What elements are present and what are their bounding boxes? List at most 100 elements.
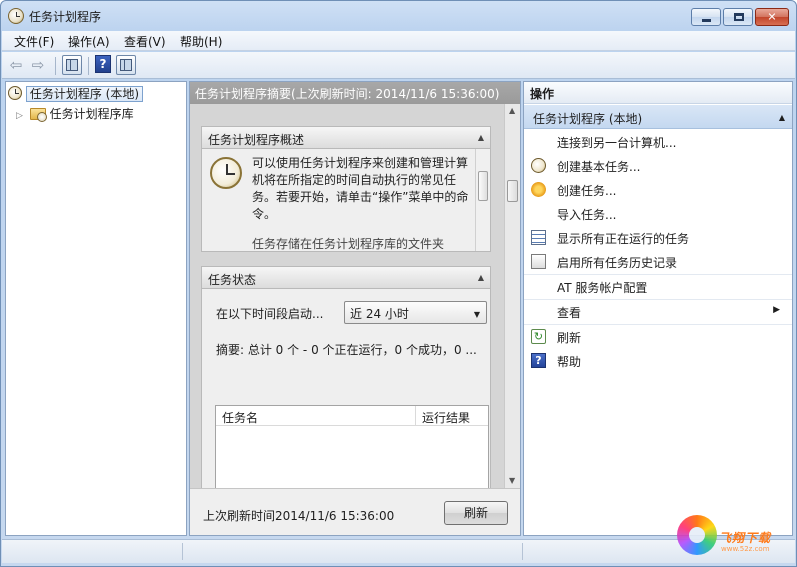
show-hide-action-pane-button[interactable] (116, 55, 136, 75)
task-status-body: 在以下时间段启动... 近 24 小时 ▼ 摘要: 总计 0 个 - 0 个正在… (202, 289, 490, 488)
tree-item-label: 任务计划程序库 (49, 107, 134, 121)
action-label: 创建基本任务... (557, 160, 641, 174)
action-connect-computer[interactable]: 连接到另一台计算机... (524, 130, 792, 154)
overview-title: 任务计划程序概述 (208, 133, 305, 147)
folder-clock-icon (29, 108, 47, 122)
overview-text-more: 任务存储在任务计划程序库的文件夹 (252, 237, 445, 251)
action-label: 导入任务... (557, 208, 617, 222)
time-range-select[interactable]: 近 24 小时 ▼ (344, 301, 487, 324)
list-icon (531, 230, 546, 245)
actions-pane: 操作 任务计划程序 (本地) ▲ 连接到另一台计算机... 创建基本任务... … (523, 81, 793, 536)
title-bar: 任务计划程序 ✕ (1, 1, 796, 31)
app-window: 任务计划程序 ✕ 文件(F) 操作(A) 查看(V) 帮助(H) ⇦ ⇨ ? 任… (0, 0, 797, 567)
close-icon: ✕ (767, 10, 777, 24)
action-label: 显示所有正在运行的任务 (557, 232, 690, 246)
last-refresh-time: 上次刷新时间2014/11/6 15:36:00 (203, 509, 395, 523)
console-tree: 任务计划程序 (本地) ▷ 任务计划程序库 (5, 81, 187, 536)
star-icon (531, 182, 546, 197)
clock-icon (210, 157, 242, 189)
toolbar: ⇦ ⇨ ? (2, 52, 795, 79)
toolbar-separator (88, 57, 89, 75)
action-label: 创建任务... (557, 184, 617, 198)
menu-help[interactable]: 帮助(H) (180, 33, 222, 50)
scrollbar-thumb[interactable] (478, 171, 488, 201)
tree-item-label: 任务计划程序 (本地) (25, 86, 144, 102)
console-tree-icon (66, 59, 78, 71)
refresh-button[interactable]: 刷新 (444, 501, 508, 525)
summary-scroll-area: 任务计划程序概述 ▲ 可以使用任务计划程序来创建和管理计算机将在所指定的时间自动… (190, 104, 520, 488)
maximize-icon (734, 13, 744, 21)
toolbar-separator (55, 57, 56, 75)
task-table: 任务名 运行结果 (215, 405, 489, 488)
collapse-arrow-icon[interactable]: ▲ (779, 113, 785, 122)
summary-scrollbar[interactable]: ▲ ▼ (504, 104, 520, 488)
watermark-subtext: www.52z.com (721, 545, 770, 553)
clock-icon (8, 8, 24, 24)
action-import-task[interactable]: 导入任务... (524, 202, 792, 226)
window-title: 任务计划程序 (29, 10, 102, 24)
action-label: 连接到另一台计算机... (557, 136, 677, 150)
tree-item-library[interactable]: ▷ 任务计划程序库 (16, 105, 134, 123)
task-status-section: 任务状态 ▲ 在以下时间段启动... 近 24 小时 ▼ 摘要: 总计 0 个 … (201, 266, 491, 488)
action-label: AT 服务帐户配置 (557, 281, 648, 295)
help-icon: ? (531, 353, 546, 368)
status-segment (522, 543, 523, 560)
overview-header[interactable]: 任务计划程序概述 ▲ (202, 127, 490, 149)
action-at-service-config[interactable]: AT 服务帐户配置 (524, 274, 792, 298)
action-label: 刷新 (557, 331, 582, 345)
task-status-header[interactable]: 任务状态 ▲ (202, 267, 490, 289)
submenu-arrow-icon: ▶ (773, 305, 780, 315)
action-create-task[interactable]: 创建任务... (524, 178, 792, 202)
expand-arrow-icon[interactable]: ▷ (16, 111, 26, 121)
minimize-icon (702, 19, 711, 22)
forward-arrow-icon[interactable]: ⇨ (30, 57, 46, 73)
menu-action[interactable]: 操作(A) (68, 33, 110, 50)
action-label: 帮助 (557, 355, 582, 369)
menu-file[interactable]: 文件(F) (14, 33, 54, 50)
help-icon[interactable]: ? (95, 55, 111, 73)
column-header-run-result[interactable]: 运行结果 (416, 406, 488, 426)
scroll-down-icon[interactable]: ▼ (509, 476, 515, 485)
collapse-arrow-icon[interactable]: ▲ (478, 273, 484, 282)
close-button[interactable]: ✕ (755, 8, 789, 26)
summary-pane: 任务计划程序摘要(上次刷新时间: 2014/11/6 15:36:00) 任务计… (189, 81, 521, 536)
actions-title: 操作 (524, 82, 792, 104)
action-label: 启用所有任务历史记录 (557, 256, 678, 270)
time-range-label: 在以下时间段启动... (216, 307, 324, 321)
action-pane-icon (120, 59, 132, 71)
action-view[interactable]: 查看 ▶ (524, 299, 792, 323)
dropdown-arrow-icon: ▼ (473, 310, 480, 319)
action-refresh[interactable]: ↻ 刷新 (524, 324, 792, 348)
swirl-logo-icon (677, 515, 717, 555)
clock-icon (8, 86, 22, 100)
action-create-basic-task[interactable]: 创建基本任务... (524, 154, 792, 178)
watermark-text: 飞翔下载 (719, 531, 772, 545)
document-icon (531, 254, 546, 269)
clock-icon (531, 158, 546, 173)
minimize-button[interactable] (691, 8, 721, 26)
show-hide-console-tree-button[interactable] (62, 55, 82, 75)
overview-scrollbar[interactable] (475, 149, 490, 251)
tree-item-root[interactable]: 任务计划程序 (本地) (8, 85, 144, 103)
action-help[interactable]: ? 帮助 (524, 349, 792, 373)
maximize-button[interactable] (723, 8, 753, 26)
refresh-icon: ↻ (531, 329, 546, 344)
overview-section: 任务计划程序概述 ▲ 可以使用任务计划程序来创建和管理计算机将在所指定的时间自动… (201, 126, 491, 252)
summary-footer: 上次刷新时间2014/11/6 15:36:00 刷新 (190, 488, 520, 535)
column-header-task-name[interactable]: 任务名 (216, 406, 416, 426)
actions-group-title: 任务计划程序 (本地) (533, 112, 643, 126)
collapse-arrow-icon[interactable]: ▲ (478, 133, 484, 142)
action-label: 查看 (557, 306, 582, 320)
actions-group-header[interactable]: 任务计划程序 (本地) ▲ (524, 105, 792, 129)
overview-body: 可以使用任务计划程序来创建和管理计算机将在所指定的时间自动执行的常见任务。若要开… (202, 149, 490, 251)
scroll-up-icon[interactable]: ▲ (509, 106, 515, 115)
overview-text: 可以使用任务计划程序来创建和管理计算机将在所指定的时间自动执行的常见任务。若要开… (252, 156, 469, 221)
back-arrow-icon[interactable]: ⇦ (8, 57, 24, 73)
scrollbar-thumb[interactable] (507, 180, 518, 202)
action-enable-history[interactable]: 启用所有任务历史记录 (524, 250, 792, 274)
summary-header: 任务计划程序摘要(上次刷新时间: 2014/11/6 15:36:00) (190, 82, 520, 104)
task-status-title: 任务状态 (208, 273, 257, 287)
action-show-running-tasks[interactable]: 显示所有正在运行的任务 (524, 226, 792, 250)
menu-view[interactable]: 查看(V) (124, 33, 166, 50)
time-range-value: 近 24 小时 (350, 307, 409, 321)
